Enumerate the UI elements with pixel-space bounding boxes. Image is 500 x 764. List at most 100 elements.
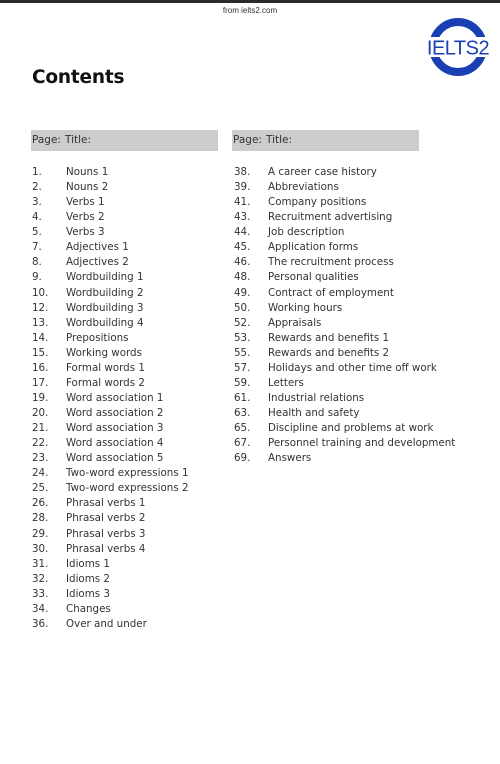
entry-title: Word association 4: [66, 437, 164, 450]
table-header-left: Page: Title:: [31, 130, 218, 151]
ielts2-logo: IELTS2: [420, 18, 496, 76]
entry-title: Word association 3: [66, 422, 164, 435]
entry-title: Job description: [268, 226, 345, 239]
table-header-right: Page: Title:: [232, 130, 419, 151]
entry-title: Over and under: [66, 617, 147, 630]
entry-title: Word association 1: [66, 391, 164, 404]
entry-page-number: 33.: [32, 587, 49, 600]
entry-page-number: 69.: [234, 452, 251, 465]
entry-page-number: 57.: [234, 361, 251, 374]
entry-title: Appraisals: [268, 316, 322, 329]
entry-title: Wordbuilding 4: [66, 316, 144, 329]
entry-title: The recruitment process: [268, 256, 394, 269]
entry-title: Personnel training and development: [268, 437, 456, 450]
entry-title: Phrasal verbs 4: [66, 542, 146, 555]
entry-page-number: 25.: [32, 482, 49, 495]
entry-page-number: 36.: [32, 617, 49, 630]
entry-title: Word association 5: [66, 452, 164, 465]
entry-title: Idioms 2: [66, 572, 110, 585]
entry-title: Working hours: [268, 301, 343, 314]
entry-title: Changes: [66, 602, 111, 615]
entry-page-number: 29.: [32, 527, 49, 540]
entry-title: Company positions: [268, 196, 367, 209]
entry-page-number: 34.: [32, 602, 49, 615]
entry-page-number: 63.: [234, 407, 251, 419]
entry-page-number: 14.: [32, 331, 49, 344]
entry-page-number: 2.: [32, 181, 42, 194]
entry-title: Nouns 2: [66, 181, 109, 194]
entry-page-number: 8.: [32, 256, 42, 269]
entry-title: Adjectives 1: [66, 241, 129, 254]
entry-page-number: 45.: [234, 241, 251, 254]
entry-page-number: 17.: [32, 376, 49, 389]
entry-page-number: 21.: [32, 422, 49, 435]
entry-page-number: 4.: [32, 211, 42, 224]
entry-page-number: 55.: [234, 346, 251, 359]
header-title-label: Title:: [266, 134, 293, 146]
entry-page-number: 30.: [32, 542, 49, 555]
entry-title: Industrial relations: [268, 391, 365, 404]
entry-title: Personal qualities: [268, 271, 359, 284]
entry-title: Discipline and problems at work: [268, 422, 434, 435]
entry-page-number: 7.: [32, 241, 42, 254]
entry-title: Rewards and benefits 1: [268, 331, 390, 344]
entry-title: Phrasal verbs 3: [66, 527, 146, 540]
entry-title: Answers: [268, 452, 312, 465]
entry-page-number: 67.: [234, 437, 251, 450]
entry-title: Two-word expressions 1: [66, 467, 189, 480]
page-title: Contents: [32, 67, 125, 88]
header-page-label: Page:: [233, 134, 262, 146]
top-border: [0, 0, 500, 3]
entry-page-number: 53.: [234, 331, 251, 344]
entry-title: Prepositions: [66, 331, 129, 344]
entry-title: Phrasal verbs 1: [66, 497, 146, 510]
entry-title: Idioms 1: [66, 557, 110, 570]
entry-title: A career case history: [268, 166, 377, 178]
entry-title: Wordbuilding 1: [66, 271, 144, 284]
entry-title: Nouns 1: [66, 166, 109, 178]
entry-title: Verbs 1: [66, 196, 105, 209]
entry-title: Verbs 3: [66, 226, 105, 239]
entry-page-number: 26.: [32, 497, 49, 510]
header-title-label: Title:: [65, 134, 92, 146]
entry-page-number: 15.: [32, 346, 49, 359]
entry-title: Application forms: [268, 241, 359, 254]
entry-page-number: 31.: [32, 557, 49, 570]
entry-title: Two-word expressions 2: [66, 482, 189, 495]
entry-page-number: 13.: [32, 316, 49, 329]
entry-title: Rewards and benefits 2: [268, 346, 390, 359]
entry-page-number: 3.: [32, 196, 42, 209]
entry-page-number: 43.: [234, 211, 251, 224]
entry-page-number: 5.: [32, 226, 42, 239]
entry-title: Idioms 3: [66, 587, 110, 600]
entry-page-number: 12.: [32, 301, 49, 314]
entry-page-number: 10.: [32, 286, 49, 299]
entry-title: Abbreviations: [268, 181, 339, 194]
entry-title: Word association 2: [66, 407, 164, 419]
entry-page-number: 59.: [234, 376, 251, 389]
entry-title: Working words: [66, 346, 142, 359]
entry-page-number: 20.: [32, 407, 49, 419]
entry-page-number: 16.: [32, 361, 49, 374]
entry-page-number: 24.: [32, 467, 49, 480]
entry-page-number: 48.: [234, 271, 251, 284]
entry-page-number: 23.: [32, 452, 49, 465]
entry-page-number: 44.: [234, 226, 251, 239]
entry-page-number: 1.: [32, 166, 42, 178]
entry-title: Formal words 1: [66, 361, 145, 374]
entry-page-number: 65.: [234, 422, 251, 435]
entry-page-number: 61.: [234, 391, 251, 404]
source-caption: from ielts2.com: [222, 6, 278, 15]
entry-title: Health and safety: [268, 407, 360, 419]
entry-page-number: 28.: [32, 512, 49, 525]
entry-page-number: 22.: [32, 437, 49, 450]
entry-title: Holidays and other time off work: [268, 361, 437, 374]
entry-page-number: 49.: [234, 286, 251, 299]
entry-title: Wordbuilding 3: [66, 301, 144, 314]
entry-title: Letters: [268, 376, 304, 389]
entry-page-number: 39.: [234, 181, 251, 194]
entry-page-number: 46.: [234, 256, 251, 269]
entry-page-number: 41.: [234, 196, 251, 209]
entry-title: Formal words 2: [66, 376, 145, 389]
entry-page-number: 50.: [234, 301, 251, 314]
